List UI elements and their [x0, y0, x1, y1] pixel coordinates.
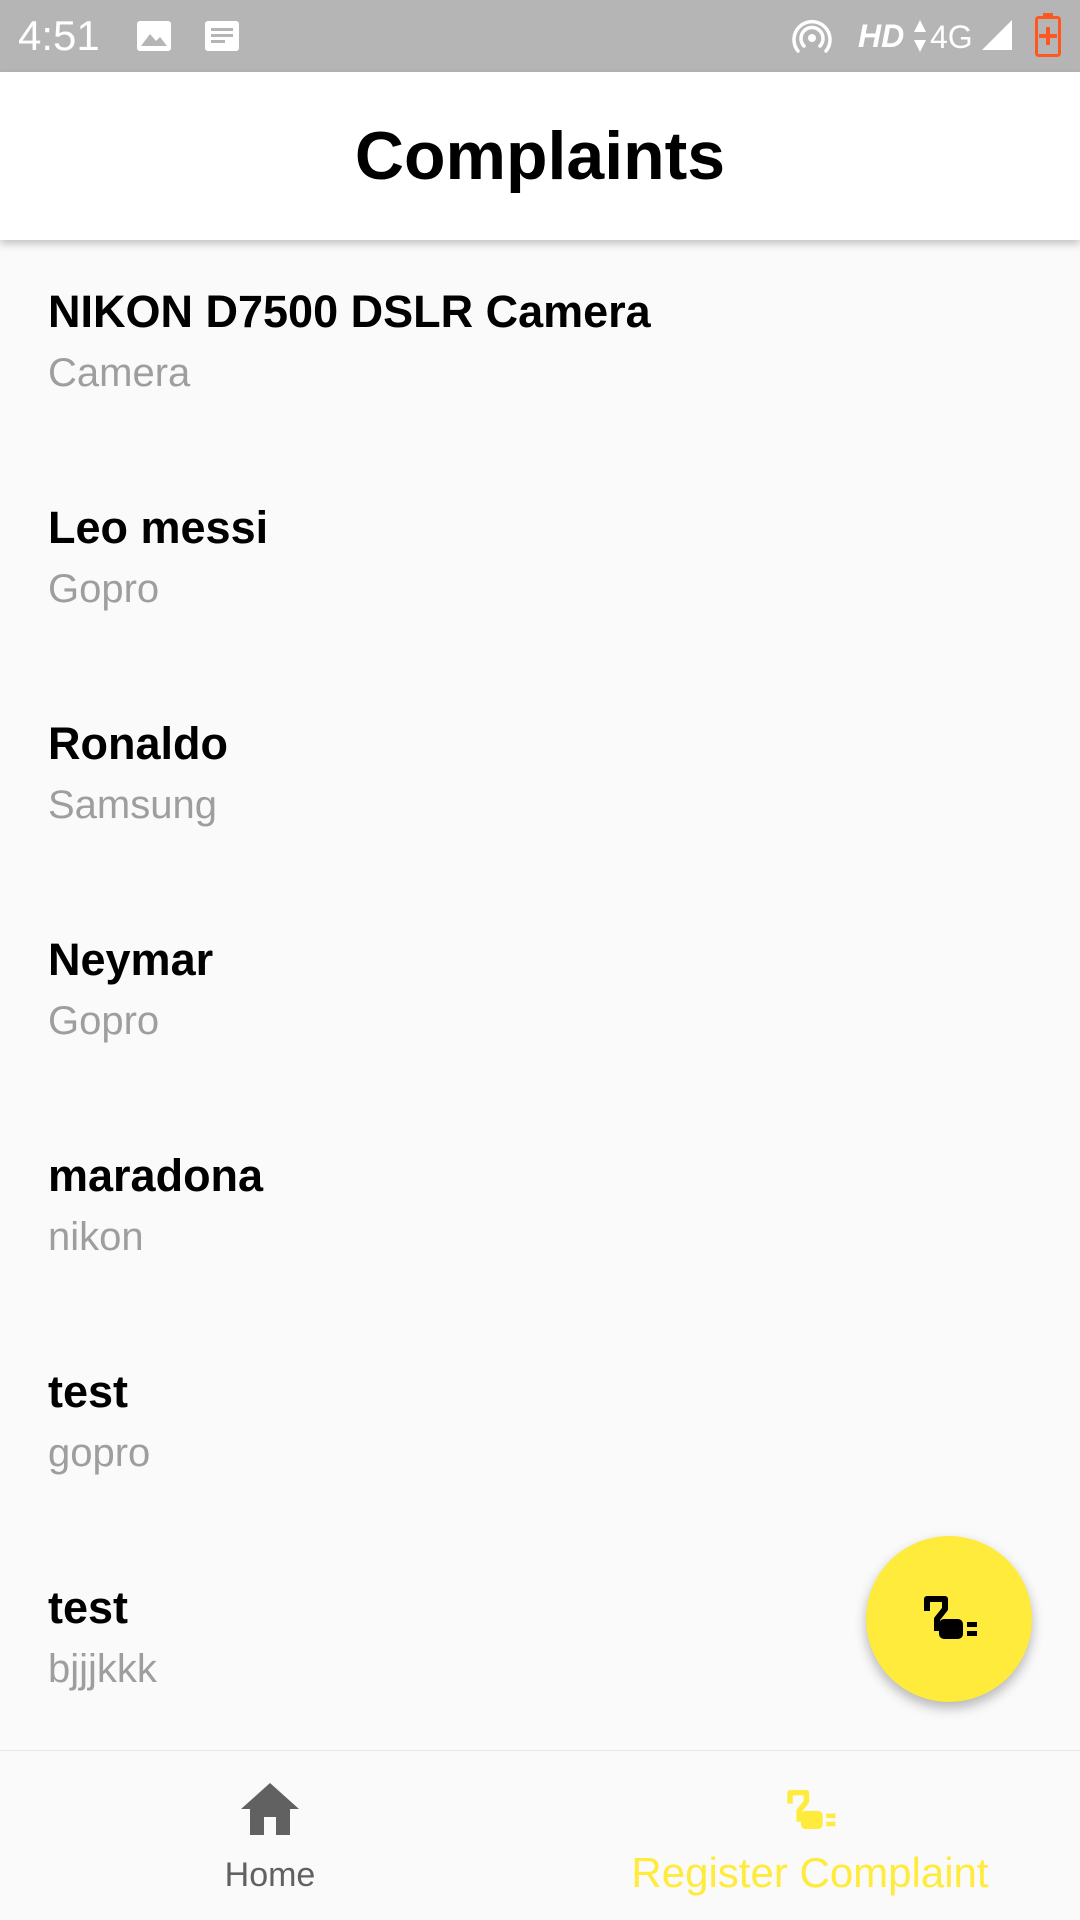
complaint-title: Leo messi: [48, 502, 269, 553]
battery-charging-icon: [1034, 12, 1062, 63]
complaint-title: maradona: [48, 1150, 264, 1201]
complaint-subtitle: Samsung: [48, 783, 217, 827]
complaint-title: test: [48, 1366, 129, 1417]
complaint-title: Neymar: [48, 934, 214, 985]
message-icon: [204, 20, 240, 57]
complaint-subtitle: Gopro: [48, 999, 160, 1043]
screen: 4:51 HD 4G Complaints NIKON D7500 DSLR C…: [0, 0, 1080, 1920]
complaint-subtitle: nikon: [48, 1215, 144, 1259]
signal-icon: [980, 18, 1014, 57]
list-item[interactable]: NIKON D7500 DSLR Camera Camera: [0, 240, 1080, 456]
status-bar: 4:51 HD 4G: [0, 0, 1080, 72]
complaint-subtitle: Camera: [48, 351, 191, 395]
plug-icon: [917, 1591, 981, 1648]
complaint-title: NIKON D7500 DSLR Camera: [48, 286, 651, 337]
page-title: Complaints: [354, 118, 726, 194]
image-icon: [136, 20, 172, 57]
nav-item-home[interactable]: Home: [0, 1751, 540, 1920]
list-item[interactable]: Neymar Gopro: [0, 888, 1080, 1104]
nav-label-home: Home: [224, 1856, 316, 1894]
list-item[interactable]: Ronaldo Samsung: [0, 672, 1080, 888]
status-time: 4:51: [18, 12, 100, 59]
complaint-title: test: [48, 1582, 129, 1633]
plug-icon: [540, 1785, 1080, 1833]
list-item[interactable]: maradona nikon: [0, 1104, 1080, 1320]
nav-label-register-complaint: Register Complaint: [631, 1849, 989, 1896]
bottom-nav: Home Register Complaint: [0, 1750, 1080, 1920]
list-item[interactable]: Leo messi Gopro: [0, 456, 1080, 672]
hotspot-icon: [792, 16, 832, 61]
complaint-title: Ronaldo: [48, 718, 228, 769]
nav-item-register-complaint[interactable]: Register Complaint: [540, 1751, 1080, 1920]
complaint-subtitle: gopro: [48, 1431, 151, 1475]
app-bar: Complaints: [0, 72, 1080, 240]
network-hd: HD: [858, 18, 905, 54]
complaint-subtitle: Gopro: [48, 567, 160, 611]
network-type: 4G: [930, 19, 973, 55]
data-arrows-icon: [912, 18, 928, 59]
home-icon: [0, 1781, 540, 1837]
register-complaint-fab[interactable]: [866, 1536, 1032, 1702]
complaint-subtitle: bjjjkkk: [48, 1647, 157, 1691]
list-item[interactable]: test gopro: [0, 1320, 1080, 1536]
complaint-list: NIKON D7500 DSLR Camera Camera Leo messi…: [0, 240, 1080, 1752]
